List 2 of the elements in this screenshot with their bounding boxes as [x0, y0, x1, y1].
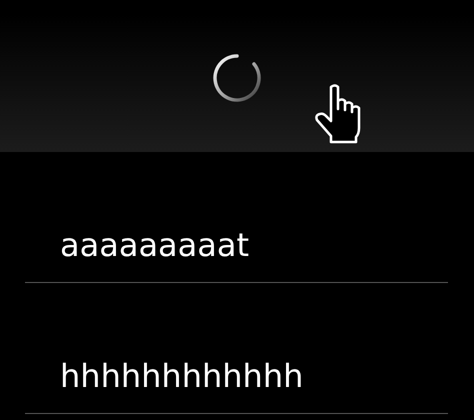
- list-item[interactable]: hhhhhhhhhhhh: [60, 357, 304, 395]
- list-item[interactable]: aaaaaaaaat: [60, 226, 250, 264]
